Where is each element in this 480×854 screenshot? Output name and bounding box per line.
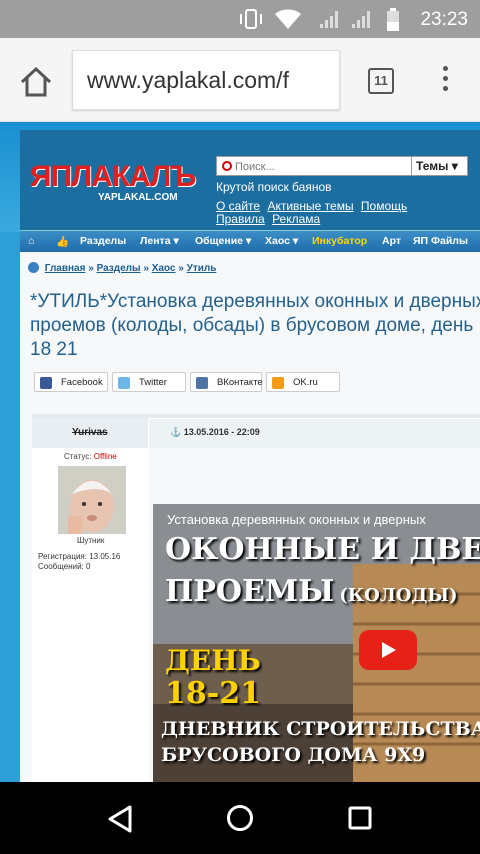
vibrate-icon xyxy=(240,9,262,29)
browser-toolbar: www.yaplakal.com/f 11 xyxy=(0,38,480,122)
anchor-icon[interactable]: ⚓ xyxy=(170,427,181,437)
back-icon[interactable] xyxy=(106,804,134,834)
link-active-topics[interactable]: Активные темы xyxy=(267,199,353,213)
home-nav-icon[interactable]: ⌂ xyxy=(28,235,34,247)
tab-switcher-button[interactable]: 11 xyxy=(368,68,394,94)
nav-item-art[interactable]: Арт xyxy=(382,235,401,247)
nav-item-chat[interactable]: Общение ▾ xyxy=(195,235,251,247)
nav-item-incubator[interactable]: Инкубатор xyxy=(312,235,367,247)
play-button[interactable] xyxy=(359,630,417,670)
breadcrumb: Главная » Разделы » Хаос » Утиль xyxy=(28,262,216,274)
share-vk-button[interactable]: ВКонтакте xyxy=(190,372,263,392)
author-name[interactable]: Yurivas xyxy=(72,427,108,438)
signal-icon-2 xyxy=(352,11,370,28)
breadcrumb-sections[interactable]: Разделы xyxy=(97,263,141,274)
author-panel: Статус: Offline Шутник Регистрация: 13.0… xyxy=(32,448,149,782)
status-bar: 23:23 xyxy=(0,0,480,38)
author-stats: Регистрация: 13.05.16 Сообщений: 0 xyxy=(38,552,120,572)
breadcrumb-icon xyxy=(28,262,39,273)
author-status: Статус: Offline xyxy=(64,452,117,461)
vk-icon xyxy=(196,377,208,389)
search-icon xyxy=(222,161,232,171)
breadcrumb-util[interactable]: Утиль xyxy=(187,263,217,274)
tagline: Крутой поиск баянов xyxy=(216,180,332,194)
like-icon[interactable]: 👍 xyxy=(56,235,69,248)
site-logo[interactable]: ЯПЛАКАЛЪ xyxy=(30,160,196,194)
home-circle-icon[interactable] xyxy=(226,804,254,832)
main-nav: ⌂ 👍 Разделы Лента ▾ Общение ▾ Хаос ▾ Инк… xyxy=(20,230,480,252)
link-ads[interactable]: Реклама xyxy=(272,212,320,226)
post-date: ⚓ 13.05.2016 - 22:09 xyxy=(170,427,260,437)
video-embed[interactable]: Установка деревянных оконных и дверных О… xyxy=(153,504,480,782)
video-subtitle-line2: БРУСОВОГО ДОМА 9Х9 xyxy=(161,744,426,766)
share-facebook-button[interactable]: Facebook xyxy=(34,372,108,392)
header-links: О сайте Активные темы Помощь Правила Рек… xyxy=(216,200,411,226)
search-box: Темы ▾ xyxy=(216,156,468,176)
video-caption: Установка деревянных оконных и дверных xyxy=(167,512,426,527)
link-help[interactable]: Помощь xyxy=(361,199,407,213)
address-bar[interactable]: www.yaplakal.com/f xyxy=(72,50,340,110)
breadcrumb-home[interactable]: Главная xyxy=(45,263,86,274)
ok-icon xyxy=(272,377,284,389)
nav-item-files[interactable]: ЯП Файлы xyxy=(413,235,468,247)
registration-date: Регистрация: 13.05.16 xyxy=(38,552,121,561)
site-header: ЯПЛАКАЛЪ YAPLAKAL.COM Темы ▾ Крутой поис… xyxy=(20,130,480,230)
avatar xyxy=(58,466,126,534)
clock: 23:23 xyxy=(420,9,468,30)
author-rank: Шутник xyxy=(77,536,105,545)
search-input[interactable] xyxy=(235,159,410,174)
video-day-range: 18-21 xyxy=(165,676,261,711)
video-subtitle-line1: ДНЕВНИК СТРОИТЕЛЬСТВА xyxy=(161,718,480,740)
video-title-line2: ПРОЕМЫ (КОЛОДЫ) xyxy=(165,574,458,609)
link-rules[interactable]: Правила xyxy=(216,212,265,226)
home-icon[interactable] xyxy=(18,64,54,100)
system-nav-bar xyxy=(0,782,480,854)
url-text: www.yaplakal.com/f xyxy=(87,67,289,93)
topic-title: *УТИЛЬ*Установка деревянных оконных и дв… xyxy=(30,291,480,360)
message-count: Сообщений: 0 xyxy=(38,562,91,571)
breadcrumb-chaos[interactable]: Хаос xyxy=(152,263,176,274)
nav-item-chaos[interactable]: Хаос ▾ xyxy=(265,235,298,247)
wifi-icon xyxy=(275,9,301,29)
share-twitter-button[interactable]: Twitter xyxy=(112,372,186,392)
overflow-menu-icon[interactable] xyxy=(440,66,450,96)
signal-icon xyxy=(320,11,338,28)
battery-icon xyxy=(387,8,399,31)
video-title-line1: ОКОННЫЕ И ДВЕ xyxy=(165,532,480,567)
facebook-icon xyxy=(40,377,52,389)
twitter-icon xyxy=(118,377,130,389)
search-scope-select[interactable]: Темы ▾ xyxy=(411,157,467,175)
share-ok-button[interactable]: OK.ru xyxy=(266,372,340,392)
author-name-cell: Yurivas xyxy=(32,418,149,448)
video-day-label: ДЕНЬ xyxy=(165,644,261,677)
nav-item-feed[interactable]: Лента ▾ xyxy=(140,235,179,247)
link-about[interactable]: О сайте xyxy=(216,199,260,213)
recents-icon[interactable] xyxy=(348,806,372,830)
site-logo-sub: YAPLAKAL.COM xyxy=(98,192,178,203)
nav-item-sections[interactable]: Разделы xyxy=(80,235,126,247)
